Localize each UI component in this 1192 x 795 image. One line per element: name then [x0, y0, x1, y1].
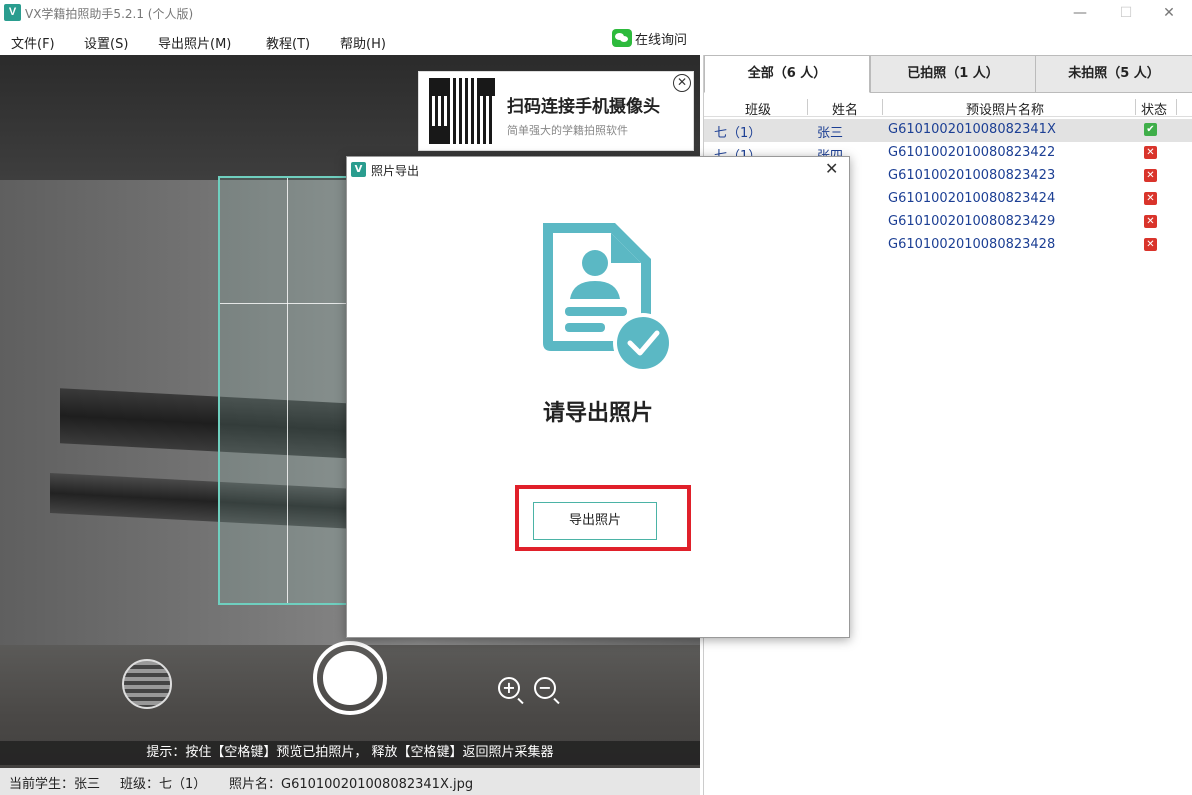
header-photo-name[interactable]: 预设照片名称 [966, 99, 1044, 118]
qr-banner-subtitle: 简单强大的学籍拍照软件 [507, 124, 628, 137]
table-row[interactable]: 七（1） 张三 G610100201008082341X ✔ [704, 119, 1192, 142]
photo-export-dialog: V 照片导出 ✕ 请导出照片 导出照片 [346, 156, 850, 638]
menu-help[interactable]: 帮助(H) [340, 33, 386, 52]
menu-tutorial[interactable]: 教程(T) [266, 33, 310, 52]
title-bar: V VX学籍拍照助手5.2.1 (个人版) — ☐ ✕ [0, 0, 1192, 28]
qr-banner: 扫码连接手机摄像头 简单强大的学籍拍照软件 ✕ [418, 71, 694, 151]
dialog-close-button[interactable]: ✕ [825, 159, 838, 178]
qr-banner-close-icon[interactable]: ✕ [673, 74, 691, 92]
status-missing-icon: ✕ [1144, 215, 1157, 228]
zoom-in-icon[interactable]: + [498, 677, 520, 699]
header-status[interactable]: 状态 [1141, 99, 1167, 118]
maximize-button[interactable]: ☐ [1103, 0, 1149, 28]
menu-export[interactable]: 导出照片(M) [158, 33, 231, 52]
tab-all[interactable]: 全部（6 人） [704, 55, 870, 93]
shutter-button[interactable] [313, 641, 387, 715]
dialog-title-bar: V 照片导出 ✕ [347, 157, 849, 181]
status-class: 班级：七（1） [120, 777, 207, 792]
tab-bar: 全部（6 人） 已拍照（1 人） 未拍照（5 人） [704, 55, 1192, 93]
dialog-app-logo: V [351, 162, 366, 177]
online-consult-button[interactable]: 在线询问 [612, 27, 687, 49]
hint-bar: 提示：按住【空格键】预览已拍照片， 释放【空格键】返回照片采集器 [0, 741, 700, 765]
menu-file[interactable]: 文件(F) [11, 33, 55, 52]
header-class[interactable]: 班级 [745, 99, 771, 118]
status-bar: 当前学生：张三 班级：七（1） 照片名：G610100201008082341X… [0, 768, 700, 795]
menu-bar: 文件(F) 设置(S) 导出照片(M) 教程(T) 帮助(H) [0, 28, 1192, 54]
table-header: 班级 姓名 预设照片名称 状态 [704, 97, 1192, 118]
qr-code-icon [429, 78, 495, 144]
dialog-title: 照片导出 [371, 164, 420, 178]
capture-frame [218, 176, 348, 605]
status-missing-icon: ✕ [1144, 169, 1157, 182]
close-button[interactable]: ✕ [1146, 0, 1192, 28]
qr-banner-title: 扫码连接手机摄像头 [507, 97, 660, 117]
wechat-icon [612, 29, 632, 47]
document-user-check-icon [543, 223, 673, 369]
status-photo-name: 照片名：G610100201008082341X.jpg [229, 777, 474, 792]
status-ok-icon: ✔ [1144, 123, 1157, 136]
minimize-button[interactable]: — [1057, 0, 1103, 28]
status-missing-icon: ✕ [1144, 238, 1157, 251]
status-missing-icon: ✕ [1144, 192, 1157, 205]
dialog-heading: 请导出照片 [542, 401, 653, 426]
status-current-student: 当前学生：张三 [9, 777, 101, 792]
zoom-out-icon[interactable]: − [534, 677, 556, 699]
header-name[interactable]: 姓名 [832, 99, 858, 118]
last-photo-thumbnail[interactable] [122, 659, 172, 709]
tab-photographed[interactable]: 已拍照（1 人） [870, 55, 1036, 93]
window-title: VX学籍拍照助手5.2.1 (个人版) [25, 7, 194, 21]
online-consult-label: 在线询问 [635, 32, 688, 48]
export-photos-button[interactable]: 导出照片 [533, 502, 657, 540]
status-missing-icon: ✕ [1144, 146, 1157, 159]
menu-settings[interactable]: 设置(S) [84, 33, 128, 52]
app-logo: V [4, 4, 21, 21]
tab-not-photographed[interactable]: 未拍照（5 人） [1035, 55, 1192, 93]
